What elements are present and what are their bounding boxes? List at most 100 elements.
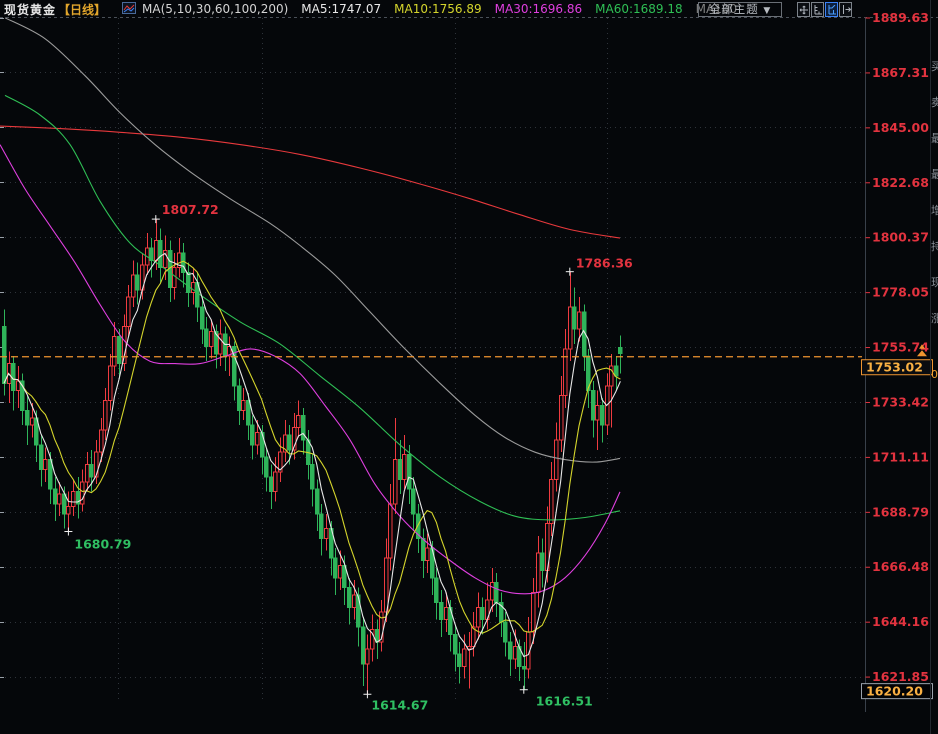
right-panel-label: 买 bbox=[931, 60, 938, 96]
candle-body bbox=[353, 595, 356, 607]
chart-header: 现货黄金 【日线】 MA(5,10,30,60,100,200) MA5:174… bbox=[4, 1, 737, 17]
candle-body bbox=[491, 583, 494, 600]
right-panel-label: 最 bbox=[931, 132, 938, 168]
candle-body bbox=[504, 622, 507, 642]
candle-body bbox=[26, 410, 29, 425]
candle-body bbox=[173, 268, 176, 288]
high-price-annotation: 1786.36 bbox=[576, 256, 633, 271]
candle-body bbox=[270, 477, 273, 492]
low-price-annotation: 1616.51 bbox=[536, 694, 593, 709]
candle-body bbox=[440, 602, 443, 619]
chevron-down-icon: ▼ bbox=[763, 6, 771, 16]
chart-toolbar: 全部主题 ▼ bbox=[698, 2, 852, 17]
candle-body bbox=[320, 514, 323, 539]
candle-body bbox=[366, 649, 369, 664]
right-panel-label: 卖 bbox=[931, 96, 938, 132]
right-panel-value: 0 bbox=[931, 368, 938, 381]
candle-body bbox=[514, 647, 517, 659]
axis-price-label: 1845.00 bbox=[872, 120, 929, 135]
candle-body bbox=[445, 607, 448, 619]
candle-body bbox=[596, 405, 599, 420]
right-panel-label: 持 bbox=[931, 240, 938, 276]
candle-body bbox=[422, 538, 425, 560]
candle-body bbox=[555, 440, 558, 479]
mini-chart-icon bbox=[122, 2, 136, 17]
axis-scale-active-icon bbox=[827, 5, 837, 15]
candle-body bbox=[408, 455, 411, 489]
candle-body bbox=[541, 553, 544, 570]
candle-body bbox=[127, 297, 130, 327]
candle-body bbox=[311, 465, 314, 490]
pan-tool-icon-button[interactable] bbox=[797, 2, 810, 17]
candle-body bbox=[109, 366, 112, 400]
candle-body bbox=[247, 401, 250, 426]
annotations-layer: 1807.721786.361680.791614.671616.51 bbox=[64, 202, 633, 712]
current-price-label: 1753.02 bbox=[866, 360, 923, 375]
right-panel-label: 涨 bbox=[931, 312, 938, 348]
candle-body bbox=[288, 435, 291, 450]
high-price-annotation: 1807.72 bbox=[162, 202, 219, 217]
candle-body bbox=[136, 275, 139, 290]
candle-body bbox=[399, 460, 402, 480]
candle-body bbox=[132, 275, 135, 297]
candle-body bbox=[67, 506, 70, 513]
candle-body bbox=[564, 349, 567, 396]
candle-body bbox=[435, 578, 438, 603]
candle-body bbox=[90, 465, 93, 477]
candle-body bbox=[118, 337, 121, 364]
candle-body bbox=[274, 472, 277, 492]
candle-body bbox=[334, 558, 337, 578]
trading-app-window: 1807.721786.361680.791614.671616.511889.… bbox=[0, 0, 938, 734]
shift-right-icon-button[interactable] bbox=[839, 2, 852, 17]
ma-value-label: MA60:1689.18 bbox=[595, 2, 683, 16]
candle-body bbox=[49, 460, 52, 490]
candle-body bbox=[348, 588, 351, 608]
candle-body bbox=[615, 366, 618, 376]
ma100-line bbox=[5, 18, 620, 462]
candle-body bbox=[560, 396, 563, 440]
candle-body bbox=[569, 307, 572, 349]
chart-canvas[interactable]: 1807.721786.361680.791614.671616.511889.… bbox=[0, 0, 938, 734]
candle-body bbox=[251, 425, 254, 445]
axis-scale-active-icon-button[interactable] bbox=[825, 2, 838, 17]
low-price-indicator: 1620.20 bbox=[862, 684, 933, 699]
candle-body bbox=[256, 433, 259, 445]
candle-body bbox=[159, 241, 162, 268]
candle-body bbox=[31, 418, 34, 425]
axis-price-label: 1621.85 bbox=[872, 669, 929, 684]
candle-body bbox=[63, 494, 66, 514]
ma-value-label: MA30:1696.86 bbox=[495, 2, 583, 16]
candle-body bbox=[242, 401, 245, 411]
candle-body bbox=[210, 332, 213, 347]
candle-body bbox=[44, 460, 47, 470]
candle-body bbox=[205, 329, 208, 346]
candle-body bbox=[201, 307, 204, 329]
candle-body bbox=[412, 489, 415, 514]
candle-body bbox=[458, 654, 461, 666]
candle-body bbox=[426, 548, 429, 560]
candle-body bbox=[325, 529, 328, 539]
candle-body bbox=[316, 489, 319, 514]
candle-body bbox=[592, 391, 595, 421]
candle-body bbox=[578, 312, 581, 329]
axis-price-label: 1800.37 bbox=[872, 230, 929, 245]
axis-price-label: 1666.48 bbox=[872, 559, 929, 574]
candle-body bbox=[472, 627, 475, 647]
right-panel-label: 现 bbox=[931, 276, 938, 312]
candle-body bbox=[224, 334, 227, 356]
toolbar-icon-buttons bbox=[796, 2, 852, 17]
candle-body bbox=[100, 430, 103, 452]
axis-price-label: 1711.11 bbox=[872, 449, 929, 464]
axis-scale-icon-button[interactable] bbox=[811, 2, 824, 17]
ma-value-label: MA5:1747.07 bbox=[301, 2, 381, 16]
ma-group-label: MA(5,10,30,60,100,200) bbox=[142, 2, 288, 16]
period-tag: 【日线】 bbox=[58, 1, 106, 18]
candle-body bbox=[86, 465, 89, 482]
theme-select-button[interactable]: 全部主题 ▼ bbox=[698, 2, 782, 17]
candle-body bbox=[523, 666, 526, 668]
right-panel-label: 增 bbox=[931, 204, 938, 240]
candle-body bbox=[265, 457, 268, 477]
candle-body bbox=[297, 415, 300, 427]
ma-values: MA5:1747.07MA10:1756.89MA30:1696.86MA60:… bbox=[288, 2, 737, 16]
candle-body bbox=[54, 489, 57, 504]
